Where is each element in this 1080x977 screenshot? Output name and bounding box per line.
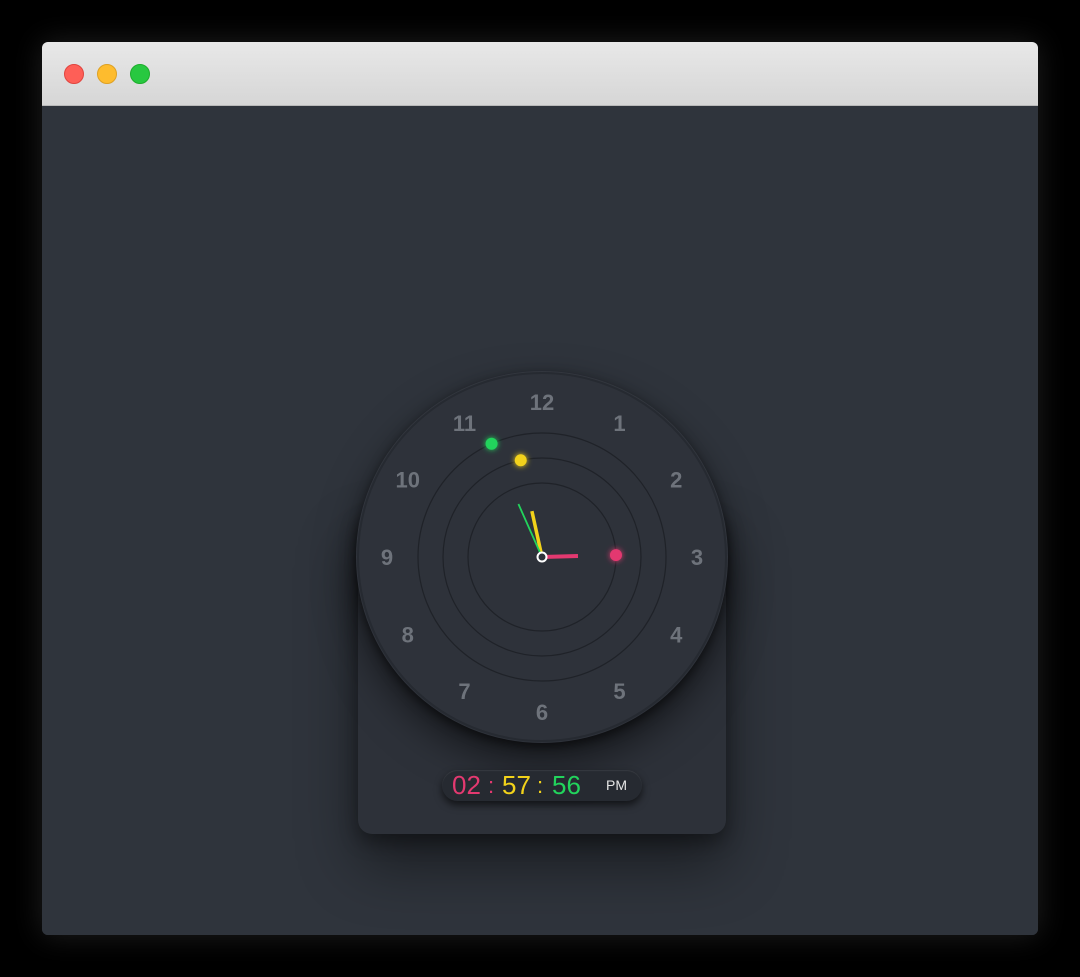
second-orbit-dot — [485, 437, 498, 450]
second-hand — [517, 503, 543, 558]
digital-ampm: PM — [606, 777, 627, 793]
close-button[interactable] — [64, 64, 84, 84]
digital-separator: : — [537, 773, 544, 798]
title-bar — [42, 42, 1038, 106]
clock-numeral: 1 — [613, 411, 625, 436]
clock-numeral: 5 — [613, 679, 625, 704]
clock-dial: 12 1 2 3 4 5 6 7 8 9 10 11 — [356, 371, 728, 743]
minute-hand — [530, 510, 544, 558]
center-hub — [536, 551, 548, 563]
clock-numeral: 4 — [670, 623, 683, 648]
maximize-button[interactable] — [130, 64, 150, 84]
clock-numeral: 6 — [536, 700, 548, 725]
app-window: 12 1 2 3 4 5 6 7 8 9 10 11 02 : 57 : 56 PM — [42, 42, 1038, 935]
digital-minutes: 57 — [502, 770, 531, 800]
clock-numeral: 2 — [670, 468, 682, 493]
clock-numeral: 7 — [458, 679, 470, 704]
digital-separator: : — [488, 773, 495, 798]
hour-orbit-dot — [609, 549, 622, 562]
minute-orbit-dot — [514, 454, 527, 467]
clock-numeral: 12 — [530, 390, 554, 415]
clock-face: 121234567891011 — [357, 372, 727, 742]
digital-time-display: 02 : 57 : 56 PM — [442, 770, 642, 801]
clock-numeral: 8 — [402, 623, 414, 648]
clock-numeral: 9 — [381, 545, 393, 570]
digital-seconds: 56 — [552, 770, 581, 800]
clock-numeral: 3 — [691, 545, 703, 570]
minimize-button[interactable] — [97, 64, 117, 84]
clock-numeral: 11 — [453, 411, 476, 436]
clock-numeral: 10 — [396, 468, 420, 493]
digital-hours: 02 — [452, 770, 481, 800]
